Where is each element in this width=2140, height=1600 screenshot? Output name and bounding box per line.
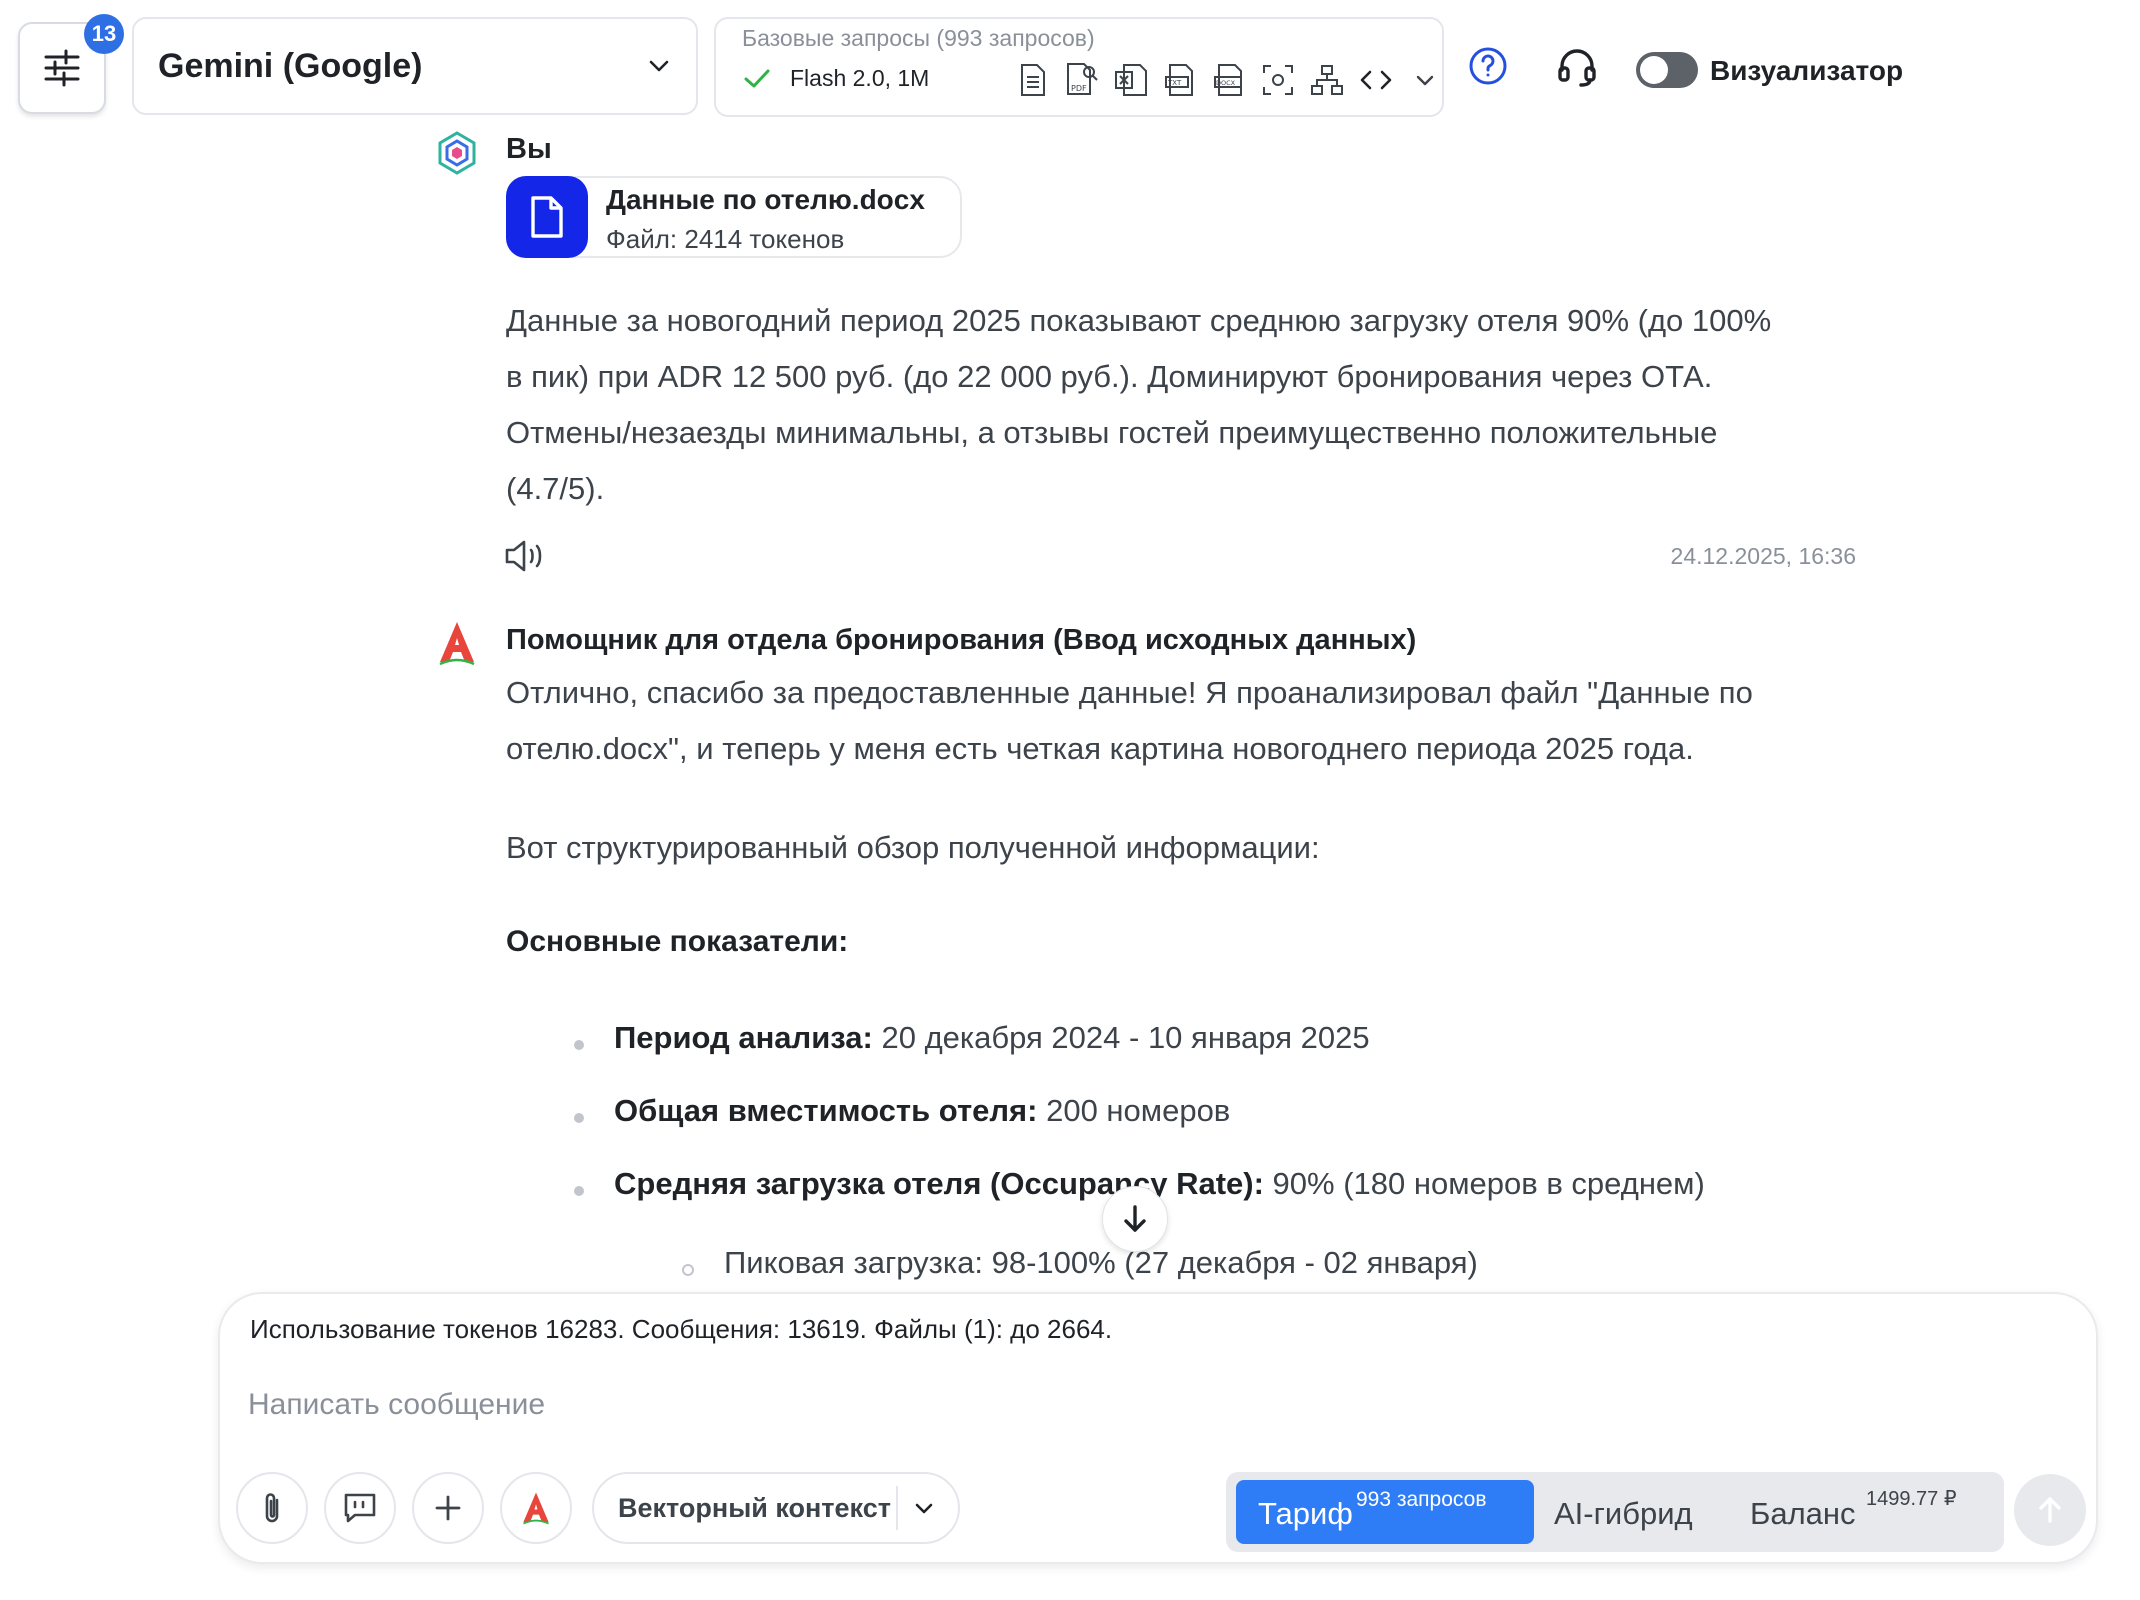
text-line: отелю.docx", и теперь у меня есть четкая… <box>506 731 1694 766</box>
section-title: Основные показатели: <box>506 925 849 958</box>
help-icon[interactable] <box>1468 46 1508 91</box>
list-item-value: 20 декабря 2024 - 10 января 2025 <box>872 1020 1370 1055</box>
assistant-logo-icon <box>434 618 480 673</box>
vector-context-label: Векторный контекст <box>618 1492 891 1523</box>
assistant-logo-icon <box>523 1492 549 1525</box>
svg-text:PDF: PDF <box>1071 84 1087 93</box>
model-select-label: Gemini (Google) <box>158 46 423 85</box>
file-token-count: Файл: 2414 токенов <box>606 224 845 254</box>
mode-balance-button[interactable]: Баланс <box>1750 1496 1856 1532</box>
bullet-marker <box>574 1186 584 1196</box>
mode-tarif-count: 993 запросов <box>1356 1488 1487 1511</box>
arrow-up-icon <box>2039 1497 2061 1523</box>
token-usage-text: Использование токенов 16283. Сообщения: … <box>250 1314 1113 1344</box>
pdf-search-icon: PDF <box>1061 61 1102 99</box>
add-button[interactable] <box>412 1472 484 1544</box>
screenshot-icon <box>1257 61 1298 99</box>
message-composer: Использование токенов 16283. Сообщения: … <box>218 1292 2098 1564</box>
text-line: Отлично, спасибо за предоставленные данн… <box>506 675 1753 710</box>
file-icon <box>506 176 588 258</box>
message-input[interactable] <box>248 1380 1648 1430</box>
assistant-overview-text: Вот структурированный обзор полученной и… <box>506 830 1320 865</box>
file-name: Данные по отелю.docx <box>606 184 925 215</box>
user-sender-name: Вы <box>506 133 552 165</box>
code-icon <box>1355 61 1396 99</box>
sub-bullet-marker <box>682 1264 694 1276</box>
model-select[interactable]: Gemini (Google) <box>132 17 698 115</box>
assistant-select-button[interactable] <box>500 1472 572 1544</box>
check-icon <box>744 69 770 88</box>
mode-hybrid-button[interactable]: AI-гибрид <box>1554 1496 1693 1532</box>
assistant-intro-text: Отлично, спасибо за предоставленные данн… <box>506 665 1753 777</box>
mode-tarif-label: Тариф <box>1258 1496 1353 1531</box>
headset-icon[interactable] <box>1556 46 1598 93</box>
svg-text:TXT: TXT <box>1167 79 1182 87</box>
user-avatar <box>432 128 482 183</box>
list-item: Общая вместимость отеля: 200 номеров <box>614 1093 1230 1129</box>
text-line: Данные за новогодний период 2025 показыв… <box>506 303 1772 338</box>
list-item-value: 200 номеров <box>1037 1093 1231 1128</box>
sub-list-item: Пиковая загрузка: 98-100% (27 декабря - … <box>724 1245 1478 1280</box>
quote-chat-icon <box>344 1493 376 1523</box>
vector-context-select[interactable]: Векторный контекст <box>592 1472 960 1544</box>
quote-button[interactable] <box>324 1472 396 1544</box>
list-item: Период анализа: 20 декабря 2024 - 10 янв… <box>614 1020 1370 1056</box>
list-item-label: Средняя загрузка отеля (Occupancy Rate): <box>614 1166 1264 1201</box>
list-item-value: 90% (180 номеров в среднем) <box>1263 1166 1705 1201</box>
plus-icon <box>435 1495 461 1521</box>
user-message-text: Данные за новогодний период 2025 показыв… <box>506 293 1771 517</box>
list-item-label: Общая вместимость отеля: <box>614 1093 1038 1128</box>
attach-button[interactable] <box>236 1472 308 1544</box>
bullet-marker <box>574 1040 584 1050</box>
speaker-icon[interactable] <box>504 538 546 579</box>
txt-file-icon: TXT <box>1159 61 1200 99</box>
arrow-down-icon <box>1124 1205 1146 1232</box>
filter-count-badge: 13 <box>84 14 124 54</box>
text-line: в пик) при ADR 12 500 руб. (до 22 000 ру… <box>506 359 1713 394</box>
hierarchy-icon <box>1306 61 1347 99</box>
chevron-down-icon <box>649 60 669 72</box>
bullet-marker <box>574 1113 584 1123</box>
message-timestamp: 24.12.2025, 16:36 <box>1670 543 1856 569</box>
list-item-label: Период анализа: <box>614 1020 873 1055</box>
excel-icon <box>1110 61 1151 99</box>
plan-title: Базовые запросы (993 запросов) <box>742 25 1095 51</box>
visualizer-label: Визуализатор <box>1710 55 1904 86</box>
plan-selector[interactable]: Базовые запросы (993 запросов) Flash 2.0… <box>714 17 1444 117</box>
plan-name: Flash 2.0, 1M <box>790 64 930 91</box>
svg-text:DOCX: DOCX <box>1216 79 1236 87</box>
document-icon <box>1012 61 1053 99</box>
chevron-down-icon <box>1404 61 1445 99</box>
divider <box>896 1486 898 1530</box>
toggle-knob <box>1640 56 1668 84</box>
scroll-down-button[interactable] <box>1102 1186 1168 1252</box>
visualizer-toggle[interactable] <box>1636 52 1698 88</box>
chevron-down-icon <box>915 1503 933 1514</box>
paperclip-icon <box>265 1493 279 1523</box>
text-line: (4.7/5). <box>506 471 605 506</box>
assistant-sender-name: Помощник для отдела бронирования (Ввод и… <box>506 624 1417 656</box>
send-button[interactable] <box>2014 1474 2086 1546</box>
attached-file[interactable]: Данные по отелю.docx Файл: 2414 токенов <box>506 176 962 258</box>
balance-amount: 1499.77 ₽ <box>1866 1488 1957 1510</box>
text-line: Отмены/незаезды минимальны, а отзывы гос… <box>506 415 1718 450</box>
docx-file-icon: DOCX <box>1208 61 1249 99</box>
mode-tarif-button[interactable]: Тариф 993 запросов <box>1236 1480 1534 1544</box>
sliders-icon <box>44 49 80 87</box>
billing-mode-switch: Тариф 993 запросов AI-гибрид Баланс 1499… <box>1226 1472 2004 1552</box>
